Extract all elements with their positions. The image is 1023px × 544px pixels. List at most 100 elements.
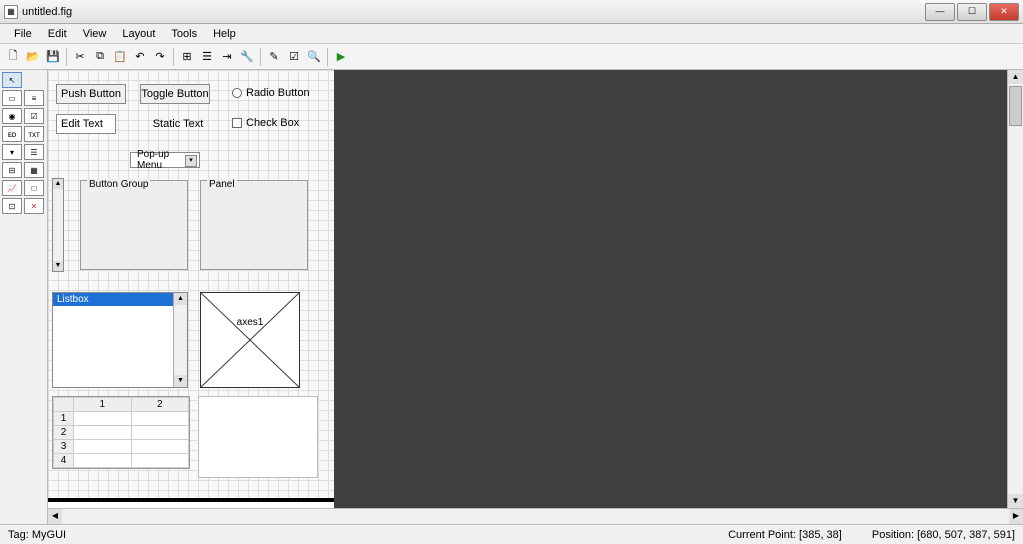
paste-icon[interactable]: 📋 bbox=[111, 48, 129, 66]
slider-tool-icon[interactable]: ≡ bbox=[24, 90, 44, 106]
radiobutton-tool-icon[interactable]: ◉ bbox=[2, 108, 22, 124]
select-tool-icon[interactable]: ↖ bbox=[2, 72, 22, 88]
text-tool-icon[interactable]: ᴛxᴛ bbox=[24, 126, 44, 142]
dark-area bbox=[334, 70, 1007, 508]
align-icon[interactable]: ⊞ bbox=[178, 48, 196, 66]
buttongroup-tool-icon[interactable]: ⊡ bbox=[2, 198, 22, 214]
table-row-4: 4 bbox=[54, 454, 74, 468]
table-tool-icon[interactable]: ▦ bbox=[24, 162, 44, 178]
pushbutton-control[interactable]: Push Button bbox=[56, 84, 126, 104]
open-icon[interactable]: 📂 bbox=[24, 48, 42, 66]
run-icon[interactable]: ▶ bbox=[332, 48, 350, 66]
panel-label: Panel bbox=[207, 179, 237, 190]
status-current-point: Current Point: [385, 38] bbox=[728, 529, 842, 541]
listbox-control[interactable]: Listbox ▲ ▼ bbox=[52, 292, 188, 388]
slider-up-icon: ▲ bbox=[53, 179, 63, 189]
checkbox-label: Check Box bbox=[246, 117, 299, 129]
menubar: File Edit View Layout Tools Help bbox=[0, 24, 1023, 44]
scroll-down-icon: ▼ bbox=[1008, 494, 1023, 508]
scroll-up-icon: ▲ bbox=[174, 293, 187, 305]
minimize-button[interactable]: — bbox=[925, 3, 955, 21]
toggle-tool-icon[interactable]: ⊟ bbox=[2, 162, 22, 178]
table-row-2: 2 bbox=[54, 426, 74, 440]
canvas-wrap: Push Button Toggle Button Radio Button E… bbox=[48, 70, 1023, 524]
scroll-left-icon: ◀ bbox=[48, 509, 62, 524]
menu-file[interactable]: File bbox=[6, 26, 40, 42]
axes-label: axes1 bbox=[237, 317, 264, 328]
save-icon[interactable]: 💾 bbox=[44, 48, 62, 66]
checkbox-control[interactable]: Check Box bbox=[232, 114, 322, 132]
tag-label: Tag: bbox=[8, 529, 29, 541]
statictext-control[interactable]: Static Text bbox=[148, 116, 208, 132]
radiobutton-control[interactable]: Radio Button bbox=[232, 84, 322, 102]
toolbar-editor-icon[interactable]: 🔧 bbox=[238, 48, 256, 66]
maximize-button[interactable]: ☐ bbox=[957, 3, 987, 21]
horizontal-scrollbar[interactable]: ◀ ▶ bbox=[48, 508, 1023, 524]
component-palette: ↖ ▭ ≡ ◉ ☑ ᴇᴅ ᴛxᴛ ▾ ☰ ⊟ ▦ 📈 □ ⊡ ✕ bbox=[0, 70, 48, 524]
cp-value: [385, 38] bbox=[799, 529, 842, 541]
titlebar: ▦ untitled.fig — ☐ ✕ bbox=[0, 0, 1023, 24]
table-row-3: 3 bbox=[54, 440, 74, 454]
pushbutton-label: Push Button bbox=[61, 88, 121, 100]
menu-view[interactable]: View bbox=[75, 26, 115, 42]
menu-edit[interactable]: Edit bbox=[40, 26, 75, 42]
buttongroup-control[interactable]: Button Group bbox=[80, 180, 188, 270]
status-position: Position: [680, 507, 387, 591] bbox=[872, 529, 1015, 541]
listbox-scrollbar[interactable]: ▲ ▼ bbox=[173, 293, 187, 387]
panel-tool-icon[interactable]: □ bbox=[24, 180, 44, 196]
close-button[interactable]: ✕ bbox=[989, 3, 1019, 21]
cut-icon[interactable]: ✂ bbox=[71, 48, 89, 66]
statictext-label: Static Text bbox=[153, 118, 204, 130]
vertical-scrollbar[interactable]: ▲ ▼ bbox=[1007, 70, 1023, 508]
slider-control[interactable]: ▲ ▼ bbox=[52, 178, 64, 272]
menu-help[interactable]: Help bbox=[205, 26, 244, 42]
menu-layout[interactable]: Layout bbox=[114, 26, 163, 42]
popup-tool-icon[interactable]: ▾ bbox=[2, 144, 22, 160]
edittext-label: Edit Text bbox=[61, 118, 103, 130]
table-row-1: 1 bbox=[54, 412, 74, 426]
chevron-down-icon: ▾ bbox=[185, 155, 197, 167]
tag-value: MyGUI bbox=[32, 529, 66, 541]
scroll-up-icon: ▲ bbox=[1008, 70, 1023, 84]
activex-tool-icon[interactable]: ✕ bbox=[24, 198, 44, 214]
radio-icon bbox=[232, 88, 242, 98]
panel-control[interactable]: Panel bbox=[200, 180, 308, 270]
popup-control[interactable]: Pop-up Menu ▾ bbox=[130, 152, 200, 168]
edit-tool-icon[interactable]: ᴇᴅ bbox=[2, 126, 22, 142]
figure-canvas[interactable]: Push Button Toggle Button Radio Button E… bbox=[48, 70, 334, 502]
scroll-right-icon: ▶ bbox=[1009, 509, 1023, 524]
edittext-control[interactable]: Edit Text bbox=[56, 114, 116, 134]
menu-editor-icon[interactable]: ☰ bbox=[198, 48, 216, 66]
status-tag: Tag: MyGUI bbox=[8, 529, 66, 541]
blank-panel[interactable] bbox=[198, 396, 318, 478]
toolbar: 🗋 📂 💾 ✂ ⧉ 📋 ↶ ↷ ⊞ ☰ ⇥ 🔧 ✎ ☑ 🔍 ▶ bbox=[0, 44, 1023, 70]
tab-order-icon[interactable]: ⇥ bbox=[218, 48, 236, 66]
checkbox-icon bbox=[232, 118, 242, 128]
menu-tools[interactable]: Tools bbox=[163, 26, 205, 42]
new-icon[interactable]: 🗋 bbox=[4, 48, 22, 66]
listbox-tool-icon[interactable]: ☰ bbox=[24, 144, 44, 160]
statusbar: Tag: MyGUI Current Point: [385, 38] Posi… bbox=[0, 524, 1023, 544]
canvas-bottom-edge bbox=[48, 498, 334, 502]
editor-icon[interactable]: ✎ bbox=[265, 48, 283, 66]
browser-icon[interactable]: 🔍 bbox=[305, 48, 323, 66]
table-col-1: 1 bbox=[74, 398, 132, 412]
scroll-down-icon: ▼ bbox=[174, 375, 187, 387]
copy-icon[interactable]: ⧉ bbox=[91, 48, 109, 66]
cp-label: Current Point: bbox=[728, 529, 796, 541]
pushbutton-tool-icon[interactable]: ▭ bbox=[2, 90, 22, 106]
redo-icon[interactable]: ↷ bbox=[151, 48, 169, 66]
popup-label: Pop-up Menu bbox=[137, 149, 183, 171]
axes-control[interactable]: axes1 bbox=[200, 292, 300, 388]
undo-icon[interactable]: ↶ bbox=[131, 48, 149, 66]
axes-tool-icon[interactable]: 📈 bbox=[2, 180, 22, 196]
table-col-2: 2 bbox=[131, 398, 189, 412]
togglebutton-control[interactable]: Toggle Button bbox=[140, 84, 210, 104]
listbox-item[interactable]: Listbox bbox=[53, 293, 187, 306]
pos-label: Position: bbox=[872, 529, 914, 541]
table-control[interactable]: 12 1 2 3 4 bbox=[52, 396, 190, 469]
scrollbar-thumb[interactable] bbox=[1009, 86, 1022, 126]
property-icon[interactable]: ☑ bbox=[285, 48, 303, 66]
checkbox-tool-icon[interactable]: ☑ bbox=[24, 108, 44, 124]
app-icon: ▦ bbox=[4, 5, 18, 19]
